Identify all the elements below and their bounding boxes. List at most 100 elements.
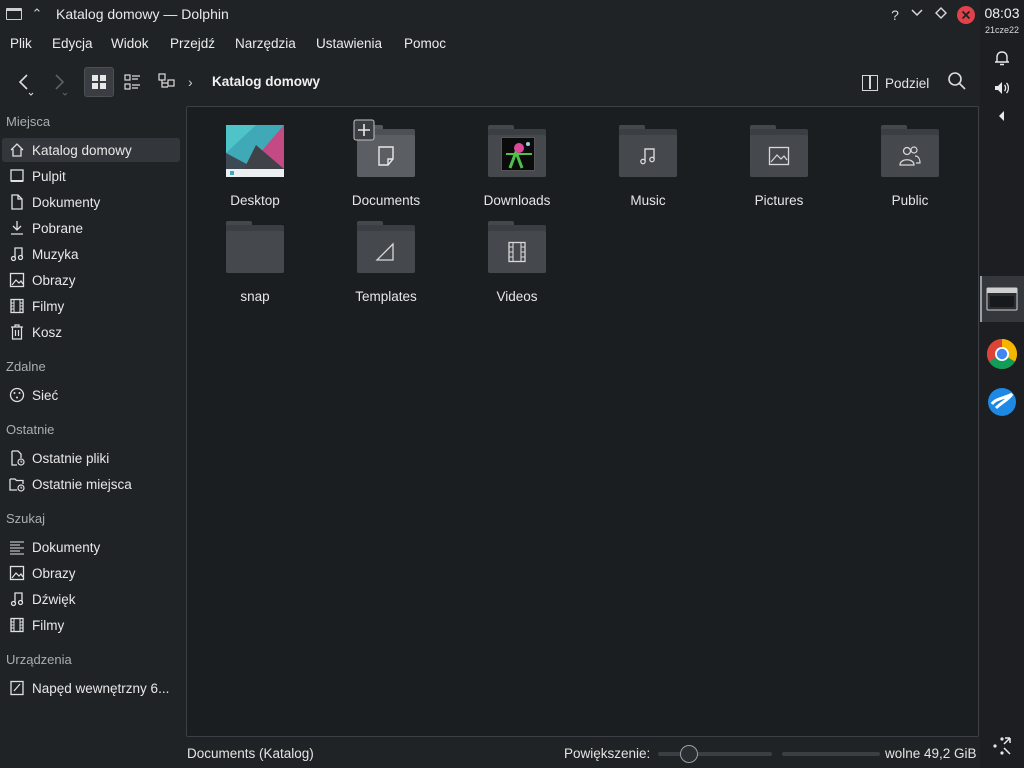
documents-icon xyxy=(8,193,26,211)
volume-icon[interactable] xyxy=(992,78,1012,98)
music-folder-icon xyxy=(619,125,677,181)
file-name: Downloads xyxy=(483,193,551,208)
place-recent-locations[interactable]: Ostatnie miejsca xyxy=(2,472,180,496)
details-view-button[interactable] xyxy=(152,67,182,97)
split-button[interactable]: Podziel xyxy=(862,72,929,94)
place-documents[interactable]: Dokumenty xyxy=(2,190,180,214)
free-space-bar xyxy=(782,752,880,756)
file-item-public[interactable]: Public xyxy=(850,115,970,208)
clock[interactable]: 08:03 xyxy=(980,5,1024,21)
image-icon xyxy=(8,271,26,289)
place-label: Kosz xyxy=(32,324,63,340)
place-label: Dokumenty xyxy=(32,194,101,210)
dolphin-window: ⌃ Katalog domowy — Dolphin ? Plik Edycja… xyxy=(0,0,980,768)
icons-view-button[interactable] xyxy=(84,67,114,97)
maximize-button[interactable] xyxy=(932,6,950,24)
network-icon xyxy=(8,386,26,404)
menu-settings[interactable]: Ustawienia xyxy=(316,36,382,51)
place-music[interactable]: Muzyka xyxy=(2,242,180,266)
search-videos[interactable]: Filmy xyxy=(2,613,180,637)
recent-places-icon xyxy=(8,475,26,493)
title-bar[interactable]: ⌃ Katalog domowy — Dolphin ? xyxy=(0,0,980,30)
search-icon xyxy=(948,72,966,90)
dolphin-task-icon xyxy=(986,287,1018,311)
file-item-snap[interactable]: snap xyxy=(195,211,315,304)
folder-icon xyxy=(226,221,284,277)
place-videos[interactable]: Filmy xyxy=(2,294,180,318)
notifications-icon[interactable] xyxy=(992,48,1012,68)
panel-config-icon[interactable] xyxy=(990,734,1014,758)
file-item-downloads[interactable]: Downloads xyxy=(457,115,577,208)
place-recent-files[interactable]: Ostatnie pliki xyxy=(2,446,180,470)
download-icon xyxy=(8,219,26,237)
place-label: Obrazy xyxy=(32,565,76,581)
menu-bar: Plik Edycja Widok Przejdź Narzędzia Usta… xyxy=(0,32,980,58)
menu-view[interactable]: Widok xyxy=(111,36,149,51)
selection-status: Documents (Katalog) xyxy=(187,746,314,761)
desktop-icon xyxy=(8,167,26,185)
file-name: Videos xyxy=(496,289,538,304)
place-home[interactable]: Katalog domowy xyxy=(2,138,180,162)
menu-tools[interactable]: Narzędzia xyxy=(235,36,296,51)
place-desktop[interactable]: Pulpit xyxy=(2,164,180,188)
app-task-icon[interactable] xyxy=(986,386,1018,418)
help-icon[interactable]: ? xyxy=(886,6,904,24)
menu-edit[interactable]: Edycja xyxy=(52,36,93,51)
videos-folder-icon xyxy=(488,221,546,277)
place-label: Katalog domowy xyxy=(32,142,132,158)
search-button[interactable] xyxy=(946,70,968,92)
desktop-folder-icon xyxy=(226,125,284,181)
place-internal-drive[interactable]: Napęd wewnętrzny 6... xyxy=(2,676,180,700)
breadcrumb[interactable]: Katalog domowy xyxy=(212,74,320,89)
place-downloads[interactable]: Pobrane xyxy=(2,216,180,240)
zoom-slider[interactable] xyxy=(658,752,772,756)
file-item-desktop[interactable]: Desktop xyxy=(195,115,315,208)
close-button[interactable] xyxy=(957,6,975,24)
breadcrumb-separator-icon: › xyxy=(188,74,193,90)
place-label: Obrazy xyxy=(32,272,76,288)
forward-button[interactable] xyxy=(44,67,74,97)
back-button[interactable] xyxy=(10,67,40,97)
file-item-templates[interactable]: Templates xyxy=(326,211,446,304)
toolbar: › Katalog domowy Podziel xyxy=(0,62,980,102)
file-item-documents[interactable]: Documents xyxy=(326,115,446,208)
window-title: Katalog domowy — Dolphin xyxy=(56,6,229,22)
file-item-videos[interactable]: Videos xyxy=(457,211,577,304)
keep-above-icon[interactable]: ⌃ xyxy=(30,6,44,22)
chrome-task-icon[interactable] xyxy=(986,338,1018,370)
place-network[interactable]: Sieć xyxy=(2,383,180,407)
file-item-music[interactable]: Music xyxy=(588,115,708,208)
compact-view-button[interactable] xyxy=(118,67,148,97)
search-documents[interactable]: Dokumenty xyxy=(2,535,180,559)
minimize-button[interactable] xyxy=(908,6,926,24)
menu-help[interactable]: Pomoc xyxy=(404,36,446,51)
expand-tray-icon[interactable] xyxy=(992,106,1012,126)
place-trash[interactable]: Kosz xyxy=(2,320,180,344)
place-label: Ostatnie pliki xyxy=(32,450,110,466)
search-documents-icon xyxy=(8,538,26,556)
place-pictures[interactable]: Obrazy xyxy=(2,268,180,292)
section-title-places: Miejsca xyxy=(6,114,51,129)
file-name: Templates xyxy=(355,289,417,304)
task-dolphin[interactable] xyxy=(980,276,1024,322)
date[interactable]: 21cze22 xyxy=(980,25,1024,35)
place-label: Pulpit xyxy=(32,168,66,184)
file-view[interactable]: Desktop Documents Downloads Music Pictur… xyxy=(186,106,979,737)
film-icon xyxy=(8,297,26,315)
zoom-slider-handle[interactable] xyxy=(680,745,698,763)
file-item-pictures[interactable]: Pictures xyxy=(719,115,839,208)
place-label: Dźwięk xyxy=(32,591,76,607)
pictures-folder-icon xyxy=(750,125,808,181)
menu-file[interactable]: Plik xyxy=(10,36,32,51)
add-selection-icon xyxy=(353,119,375,141)
place-label: Dokumenty xyxy=(32,539,101,555)
split-button-label: Podziel xyxy=(885,75,930,91)
documents-folder-icon xyxy=(353,119,415,181)
split-view-icon xyxy=(862,75,878,91)
menu-go[interactable]: Przejdź xyxy=(170,36,215,51)
search-images[interactable]: Obrazy xyxy=(2,561,180,585)
search-audio[interactable]: Dźwięk xyxy=(2,587,180,611)
templates-folder-icon xyxy=(357,221,415,277)
app-menu-icon[interactable] xyxy=(6,8,22,20)
status-bar: Documents (Katalog) Powiększenie: wolne … xyxy=(0,740,980,768)
